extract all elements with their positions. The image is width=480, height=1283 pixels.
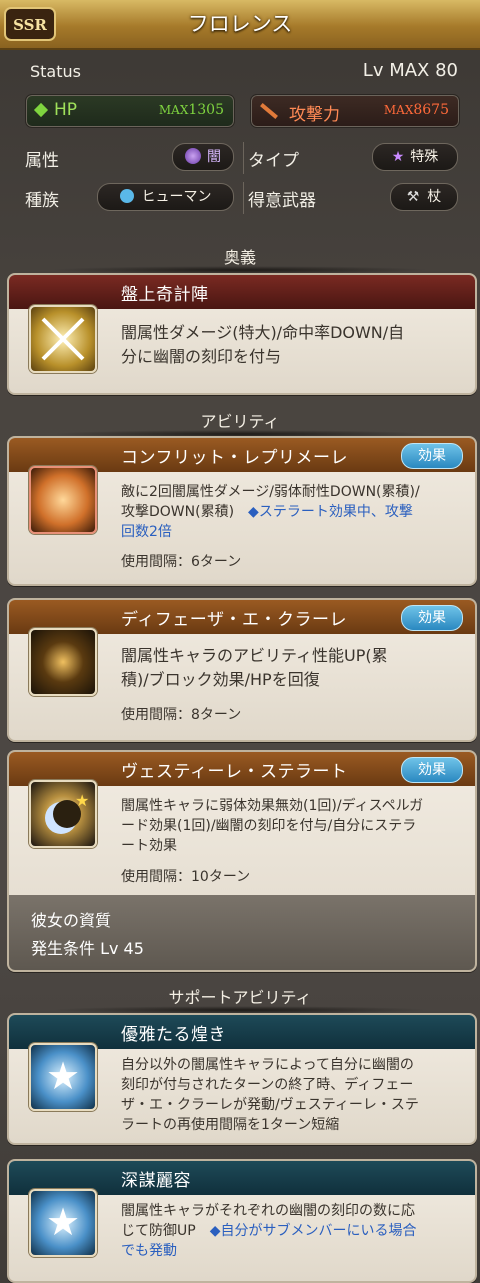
character-name: フロレンス — [187, 12, 293, 36]
dark-element-icon — [185, 148, 201, 164]
star-icon: ★ — [391, 149, 405, 165]
support-description: 闇属性キャラがそれぞれの幽闇の刻印の数に応 じて防御UP ◆自分がサブメンバーに… — [121, 1203, 417, 1259]
section-abilities: アビリティ — [0, 408, 480, 438]
ability-cooldown: 使用間隔：10ターン — [121, 869, 251, 885]
level-label: Lv MAX 80 — [362, 60, 458, 81]
effect-button[interactable]: 効果 — [401, 443, 463, 469]
support-name: 深謀麗容 — [121, 1171, 191, 1191]
ougi-description: 闇属性ダメージ(特大)/命中率DOWN/自 分に幽闇の刻印を付与 — [121, 323, 405, 366]
ability-description: 敵に2回闇属性ダメージ/弱体耐性DOWN(累積)/ 攻撃DOWN(累積) ◆ステ… — [121, 484, 420, 540]
star-icon: ★ — [29, 1043, 97, 1111]
ability-description: 闇属性キャラのアビリティ性能UP(累 積)/ブロック効果/HPを回復 — [121, 646, 388, 689]
support-card-2[interactable]: 深謀麗容 ★ 闇属性キャラがそれぞれの幽闇の刻印の数に応 じて防御UP ◆自分が… — [7, 1159, 477, 1283]
status-label: Status — [30, 62, 81, 81]
info-row-2: 種族 ヒューマン 得意武器 ⚒ 杖 — [0, 178, 480, 218]
section-ougi: 奥義 — [0, 244, 480, 274]
header-bar: SSR フロレンス — [0, 0, 480, 50]
hp-diamond-icon — [33, 102, 49, 118]
info-row-1: 属性 闇 タイプ ★ 特殊 — [0, 138, 480, 178]
human-icon — [119, 189, 134, 203]
ability-name: ヴェスティーレ・ステラート — [121, 762, 348, 782]
hp-stat: HP MAX1305 — [25, 94, 235, 128]
svg-text:★: ★ — [46, 1200, 80, 1244]
ability-card-1[interactable]: コンフリット・レプリメーレ 効果 敵に2回闇属性ダメージ/弱体耐性DOWN(累積… — [7, 436, 477, 586]
type-pill: ★ 特殊 — [372, 143, 458, 171]
element-pill: 闇 — [172, 143, 234, 171]
effect-button[interactable]: 効果 — [401, 605, 463, 631]
moon-star-icon: ★ — [29, 780, 97, 848]
ougi-name: 盤上奇計陣 — [121, 285, 209, 305]
ougi-card[interactable]: 盤上奇計陣 闇属性ダメージ(特大)/命中率DOWN/自 分に幽闇の刻印を付与 — [7, 273, 477, 395]
support-name: 優雅たる煌き — [121, 1025, 226, 1045]
support-card-1[interactable]: 優雅たる煌き ★ 自分以外の闇属性キャラによって自分に幽闇の 刻印が付与されたター… — [7, 1013, 477, 1145]
hp-value: MAX1305 — [158, 102, 224, 118]
weapon-label: 得意武器 — [248, 191, 316, 211]
ability-card-3[interactable]: ヴェスティーレ・ステラート 効果 ★ 闇属性キャラに弱体効果無効(1回)/ディス… — [7, 750, 477, 972]
magic-circle-icon — [29, 628, 97, 696]
sword-icon — [260, 103, 278, 119]
status-row: Status Lv MAX 80 — [0, 48, 480, 94]
star-icon: ★ — [29, 1189, 97, 1257]
element-label: 属性 — [25, 151, 59, 171]
attack-value: MAX8675 — [383, 102, 449, 118]
divider — [243, 142, 244, 174]
support-description: 自分以外の闇属性キャラによって自分に幽闇の 刻印が付与されたターンの終了時、ディフ… — [121, 1057, 419, 1133]
staff-icon: ⚒ — [406, 189, 420, 205]
attack-stat: 攻撃力 MAX8675 — [250, 94, 460, 128]
effect-button[interactable]: 効果 — [401, 757, 463, 783]
race-pill: ヒューマン — [97, 183, 234, 211]
race-label: 種族 — [25, 191, 59, 211]
attack-label: 攻撃力 — [289, 105, 340, 125]
type-label: タイプ — [248, 151, 299, 171]
ability-cooldown: 使用間隔：6ターン — [121, 554, 242, 570]
svg-text:★: ★ — [75, 791, 89, 810]
weapon-pill: ⚒ 杖 — [390, 183, 458, 211]
section-support: サポートアビリティ — [0, 984, 480, 1014]
ability-description: 闇属性キャラに弱体効果無効(1回)/ディスペルガ ード効果(1回)/幽闇の刻印を付… — [121, 798, 424, 854]
crossed-swords-icon — [29, 305, 97, 373]
ability-cooldown: 使用間隔：8ターン — [121, 707, 242, 723]
trait-title: 彼女の資質 — [31, 911, 112, 930]
ability-card-2[interactable]: ディフェーザ・エ・クラーレ 効果 闇属性キャラのアビリティ性能UP(累 積)/ブロ… — [7, 598, 477, 742]
svg-text:★: ★ — [46, 1054, 80, 1098]
trait-condition: 発生条件 Lv 45 — [31, 939, 144, 958]
fire-swirl-icon — [29, 466, 97, 534]
hp-label: HP — [54, 100, 78, 120]
ougi-title-bar — [9, 275, 475, 309]
ability-name: ディフェーザ・エ・クラーレ — [121, 610, 347, 630]
trait-panel: 彼女の資質 発生条件 Lv 45 — [9, 895, 475, 970]
ability-name: コンフリット・レプリメーレ — [121, 448, 348, 468]
divider — [243, 182, 244, 214]
